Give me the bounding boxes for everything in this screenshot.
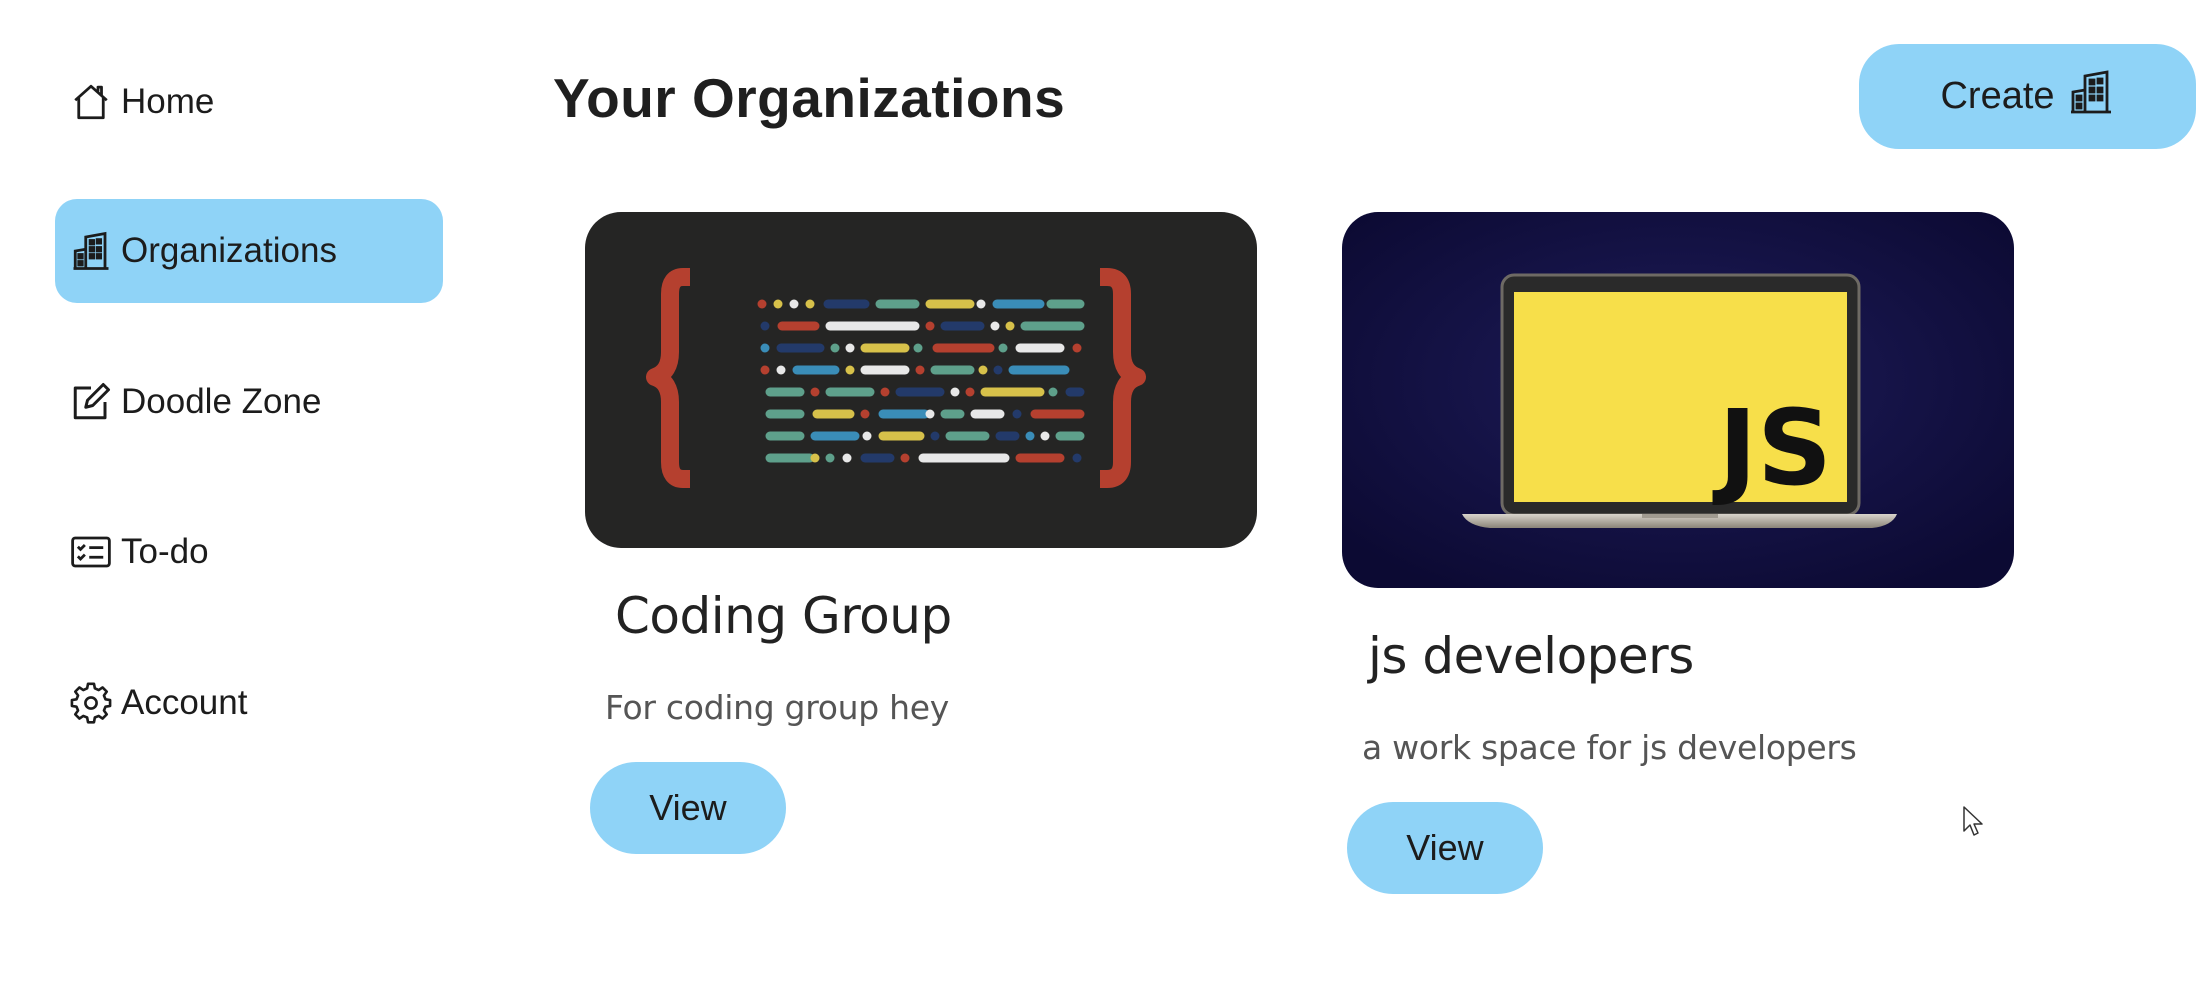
organizations-page: Home Organizations Doodle Zone To-do Acc	[0, 0, 2208, 1002]
sidebar-item-account[interactable]: Account	[55, 651, 443, 755]
home-icon	[70, 81, 112, 123]
sidebar-item-label: Doodle Zone	[121, 382, 322, 421]
building-icon	[2055, 68, 2115, 126]
gear-icon	[70, 682, 112, 724]
sidebar-item-label: Organizations	[121, 231, 337, 270]
organization-description: For coding group hey	[605, 688, 949, 727]
sidebar-item-organizations[interactable]: Organizations	[55, 199, 443, 303]
sidebar-item-label: Home	[121, 82, 215, 121]
view-organization-button[interactable]: View	[590, 762, 786, 854]
view-button-label: View	[649, 787, 727, 828]
sidebar-item-label: To-do	[121, 532, 209, 571]
sidebar-item-label: Account	[121, 683, 248, 722]
js-laptop-image: JS	[1342, 212, 2014, 588]
organization-name: js developers	[1368, 627, 1694, 685]
checklist-icon	[70, 531, 112, 573]
view-button-label: View	[1406, 827, 1484, 868]
sidebar: Home Organizations Doodle Zone To-do Acc	[0, 0, 480, 1002]
organization-card: Coding Group For coding group hey View	[585, 212, 1257, 862]
sidebar-item-doodle-zone[interactable]: Doodle Zone	[55, 350, 443, 454]
sidebar-item-to-do[interactable]: To-do	[55, 500, 443, 604]
page-title: Your Organizations	[553, 67, 1066, 129]
mouse-cursor-icon	[1963, 806, 1983, 836]
js-logo-text: JS	[1712, 387, 1832, 509]
create-button-label: Create	[1940, 75, 2055, 117]
create-organization-button[interactable]: Create	[1859, 44, 2196, 149]
edit-icon	[70, 381, 112, 423]
building-icon	[70, 230, 112, 272]
organization-name: Coding Group	[615, 587, 952, 645]
view-organization-button[interactable]: View	[1347, 802, 1543, 894]
code-braces-image	[585, 212, 1257, 548]
sidebar-item-home[interactable]: Home	[55, 50, 443, 154]
organization-description: a work space for js developers	[1362, 728, 1857, 767]
organization-card: JS js developers a work space for js dev…	[1342, 212, 2014, 902]
